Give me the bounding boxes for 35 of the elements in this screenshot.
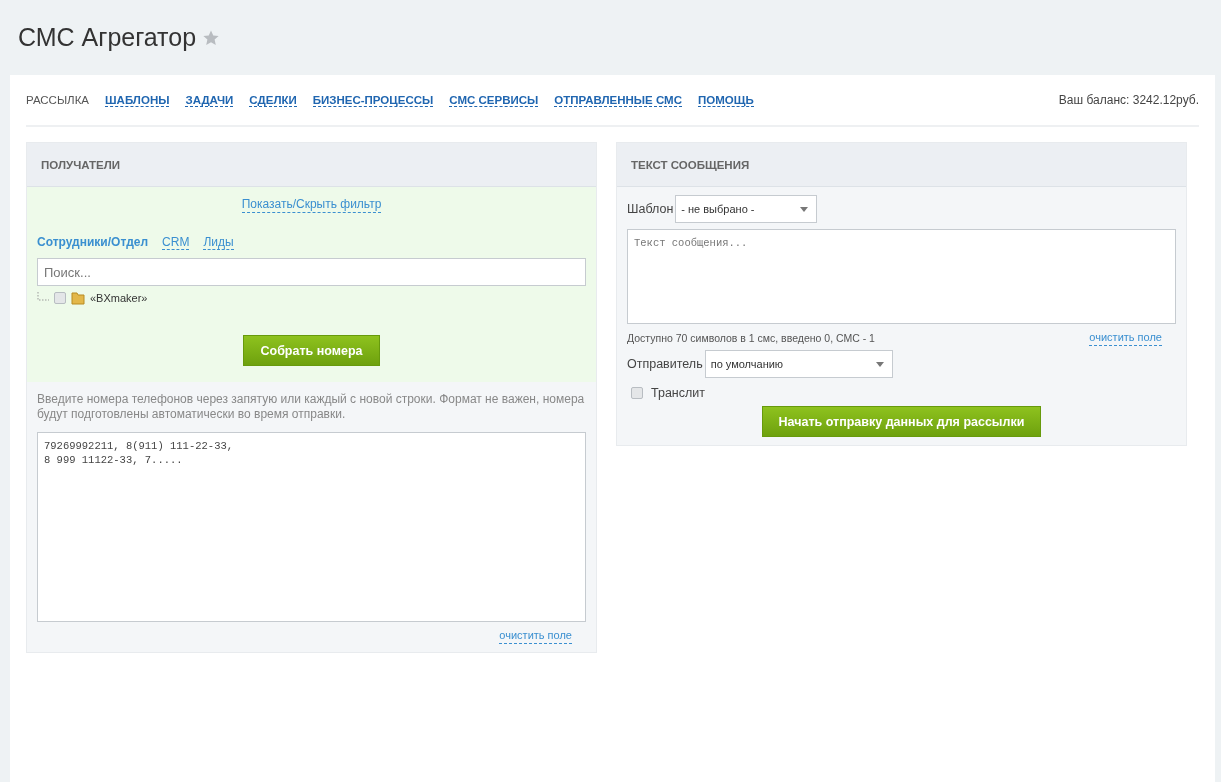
nav-link[interactable]: РАССЫЛКА: [26, 94, 90, 106]
counter-text: Доступно 70 символов в 1 смс, введено 0, СМС - 1: [627, 332, 875, 344]
template-select[interactable]: - не выбрано -: [675, 195, 818, 223]
template-label: Шаблон: [627, 202, 674, 216]
panel-title: ТЕКСТ СООБЩЕНИЯ: [617, 143, 1186, 187]
nav-link[interactable]: СМС СЕРВИСЫ: [449, 93, 539, 107]
caret-icon: [875, 361, 884, 367]
translit-label: Транслит: [651, 386, 705, 400]
tab[interactable]: CRM: [162, 235, 190, 250]
hint-text: Введите номера телефонов через запятую или каждый с новой строки. Формат не важен, номера будут подготовлены автоматически во время отправки.: [37, 392, 586, 422]
nav-link[interactable]: ЗАДАЧИ: [185, 93, 234, 107]
nav-link[interactable]: ОТПРАВЛЕННЫЕ СМС: [554, 93, 682, 107]
sender-label: Отправитель: [627, 357, 703, 371]
balance-text: Ваш баланс: 3242.12руб.: [1058, 93, 1199, 107]
clear-field-link[interactable]: очистить поле: [1089, 330, 1162, 346]
caret-icon: [800, 206, 809, 212]
checkbox[interactable]: [631, 387, 643, 399]
folder-icon: [71, 291, 85, 305]
tab[interactable]: Лиды: [203, 235, 234, 250]
nav-link[interactable]: СДЕЛКИ: [249, 93, 297, 107]
page-title: СМС Агрегатор: [18, 23, 197, 52]
tree-item-label[interactable]: «BXmaker»: [90, 292, 148, 304]
panel-title: ПОЛУЧАТЕЛИ: [27, 143, 596, 187]
sender-select[interactable]: по умолчанию: [704, 350, 893, 378]
tree-line-icon: [37, 292, 49, 304]
search-field[interactable]: Поиск...: [37, 258, 586, 286]
message-text-field[interactable]: Текст сообщения...: [627, 229, 1176, 324]
filter-toggle-link[interactable]: Показать/Скрыть фильтр: [241, 197, 382, 213]
checkbox[interactable]: [54, 292, 66, 304]
clear-field-link[interactable]: очистить поле: [499, 628, 572, 644]
nav-link[interactable]: БИЗНЕС-ПРОЦЕССЫ: [312, 93, 434, 107]
nav-link[interactable]: ПОМОЩЬ: [698, 93, 754, 107]
tab[interactable]: Сотрудники/Отдел: [37, 235, 149, 250]
nav-link[interactable]: ШАБЛОНЫ: [105, 93, 170, 107]
phone-numbers-field[interactable]: 79269992211, 8(911) 111-22-33, 8 999 11122-33, 7.....: [37, 432, 586, 622]
